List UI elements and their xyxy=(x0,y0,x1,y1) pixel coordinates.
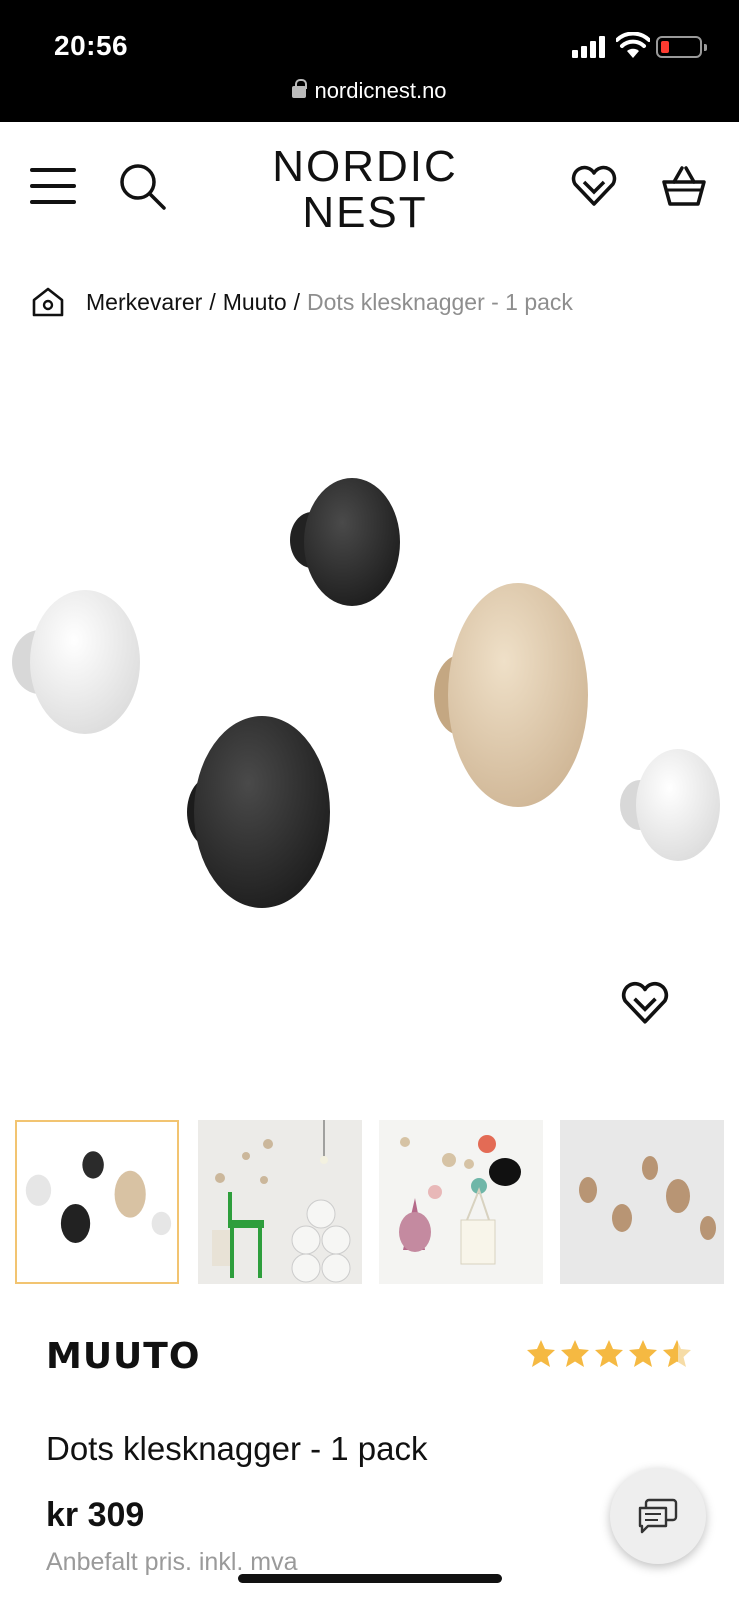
thumbnail-3[interactable] xyxy=(379,1120,543,1284)
add-to-wishlist-icon[interactable] xyxy=(620,980,670,1026)
breadcrumb-separator: / xyxy=(209,288,216,315)
status-bar: 20:56 nordicnest.no xyxy=(0,0,739,122)
product-title: Dots klesknagger - 1 pack xyxy=(46,1430,428,1467)
brand-logo-text: MUUTO xyxy=(46,1338,200,1374)
thumbnail-strip xyxy=(15,1120,725,1284)
logo-line1: NORDIC xyxy=(272,142,458,191)
wifi-icon xyxy=(616,32,650,58)
battery-icon xyxy=(656,36,707,58)
url-text: nordicnest.no xyxy=(314,78,447,103)
chat-icon xyxy=(638,1498,678,1534)
signal-icon xyxy=(572,36,606,58)
site-header: NORDIC NEST xyxy=(0,122,739,252)
breadcrumb-separator: / xyxy=(293,288,301,315)
product-main-image[interactable] xyxy=(0,340,739,1080)
price-note: Anbefalt pris. inkl. mva xyxy=(46,1548,298,1576)
home-icon[interactable] xyxy=(30,284,66,320)
status-time: 20:56 xyxy=(54,30,129,61)
breadcrumb-item-merkevarer[interactable]: Merkevarer xyxy=(86,289,202,316)
brand-logo[interactable]: MUUTO xyxy=(46,1338,206,1374)
star-icon xyxy=(629,1340,657,1367)
site-logo[interactable]: NORDIC NEST xyxy=(270,144,460,236)
product-price: kr 309 xyxy=(46,1496,145,1534)
half-star-icon xyxy=(663,1340,691,1367)
address-bar[interactable]: nordicnest.no xyxy=(0,78,739,104)
thumbnail-2[interactable] xyxy=(198,1120,362,1284)
lock-icon xyxy=(292,79,308,98)
basket-icon[interactable] xyxy=(660,162,708,210)
breadcrumb-current: Dots klesknagger - 1 pack xyxy=(307,288,573,315)
breadcrumb-item-muuto[interactable]: Muuto xyxy=(223,289,287,316)
star-icon xyxy=(527,1340,555,1367)
rating-stars[interactable] xyxy=(526,1338,692,1368)
menu-icon[interactable] xyxy=(30,168,76,204)
thumbnail-4[interactable] xyxy=(560,1120,724,1284)
thumbnail-1[interactable] xyxy=(15,1120,179,1284)
breadcrumb: Merkevarer / Muuto / Dots klesknagger - … xyxy=(30,282,573,322)
heart-icon[interactable] xyxy=(570,164,618,208)
chat-button[interactable] xyxy=(610,1468,706,1564)
star-icon xyxy=(561,1340,589,1367)
logo-line2: NEST xyxy=(302,188,428,237)
search-icon[interactable] xyxy=(118,162,168,212)
star-icon xyxy=(595,1340,623,1367)
home-indicator[interactable] xyxy=(238,1574,502,1583)
